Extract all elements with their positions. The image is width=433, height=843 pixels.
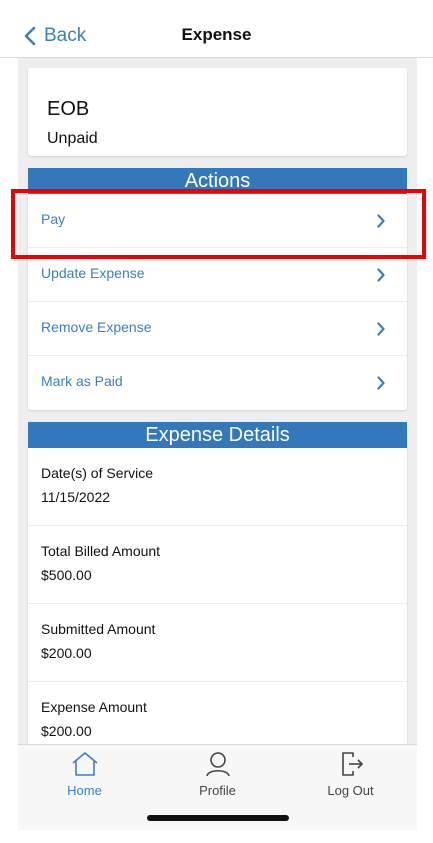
detail-row: Submitted Amount $200.00 — [28, 604, 407, 682]
expense-details-list: Date(s) of Service 11/15/2022 Total Bill… — [28, 448, 407, 744]
eob-title: EOB — [47, 98, 90, 120]
chevron-right-icon — [377, 268, 385, 282]
actions-list: Pay Update Expense Remove Expense Mark a… — [28, 194, 407, 410]
content-area: EOB Unpaid Actions Pay Update Expense Re… — [18, 58, 417, 744]
detail-label: Expense Amount — [41, 699, 147, 715]
actions-header: Actions — [28, 168, 407, 194]
chevron-right-icon — [377, 322, 385, 336]
update-expense-label: Update Expense — [41, 265, 145, 281]
detail-row: Date(s) of Service 11/15/2022 — [28, 448, 407, 526]
tab-profile[interactable]: Profile — [151, 751, 284, 801]
tab-home[interactable]: Home — [18, 751, 151, 801]
mark-as-paid-action[interactable]: Mark as Paid — [28, 356, 407, 410]
expense-details-header: Expense Details — [28, 422, 407, 448]
eob-status: Unpaid — [47, 130, 98, 147]
detail-label: Submitted Amount — [41, 621, 156, 637]
profile-icon — [205, 752, 230, 777]
remove-expense-label: Remove Expense — [41, 319, 152, 335]
detail-value: $500.00 — [41, 567, 92, 583]
update-expense-action[interactable]: Update Expense — [28, 248, 407, 302]
detail-value: 11/15/2022 — [41, 489, 111, 505]
detail-row: Total Billed Amount $500.00 — [28, 526, 407, 604]
detail-value: $200.00 — [41, 723, 92, 739]
tab-profile-label: Profile — [199, 783, 236, 798]
page-title: Expense — [181, 25, 252, 44]
logout-icon — [341, 752, 363, 776]
tab-home-label: Home — [67, 783, 102, 798]
mark-as-paid-label: Mark as Paid — [41, 373, 123, 389]
tab-logout-label: Log Out — [327, 783, 374, 798]
detail-label: Date(s) of Service — [41, 465, 154, 481]
pay-action[interactable]: Pay — [28, 194, 407, 248]
home-icon — [71, 752, 98, 776]
chevron-right-icon — [377, 214, 385, 228]
home-indicator — [147, 815, 289, 821]
nav-bar: Back Expense — [0, 0, 433, 58]
detail-value: $200.00 — [41, 645, 92, 661]
eob-summary-card: EOB Unpaid — [28, 68, 407, 156]
tab-logout[interactable]: Log Out — [284, 751, 417, 801]
remove-expense-action[interactable]: Remove Expense — [28, 302, 407, 356]
detail-row: Expense Amount $200.00 — [28, 682, 407, 744]
pay-label: Pay — [41, 211, 66, 227]
detail-label: Total Billed Amount — [41, 543, 161, 559]
chevron-right-icon — [377, 376, 385, 390]
